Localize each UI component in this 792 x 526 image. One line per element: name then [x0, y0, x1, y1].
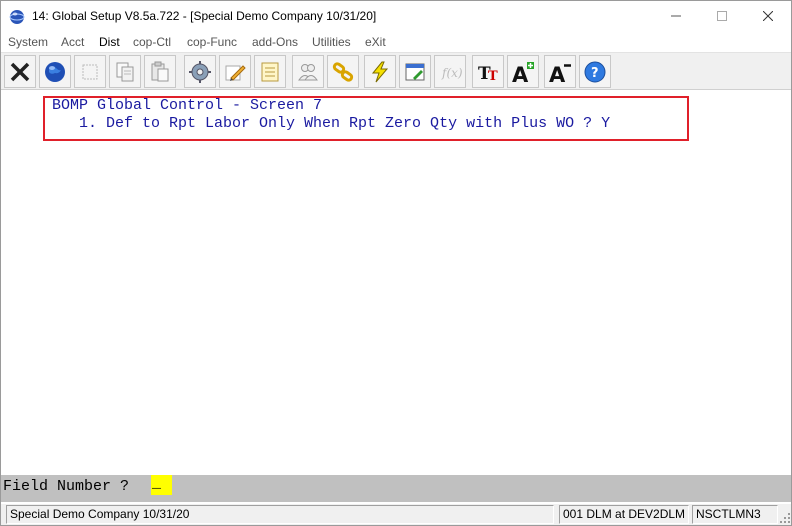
toolbar-blank-button[interactable]: [74, 55, 106, 88]
blank-icon: [78, 60, 102, 84]
toolbar-paste-button[interactable]: [144, 55, 176, 88]
menu-add-ons[interactable]: add-Ons: [252, 35, 298, 49]
font-increase-icon: A: [511, 60, 535, 84]
font-decrease-icon: A: [548, 60, 572, 84]
svg-text:T: T: [488, 69, 498, 84]
menu-cop-ctl[interactable]: cop-Ctl: [133, 35, 171, 49]
maximize-icon: [717, 10, 727, 24]
edit-pencil-icon: [223, 60, 247, 84]
globe-icon: [43, 60, 67, 84]
toolbar-font-button[interactable]: TT: [472, 55, 504, 88]
app-window: 14: Global Setup V8.5a.722 - [Special De…: [0, 0, 792, 526]
maximize-button[interactable]: [699, 1, 745, 32]
terminal-screen: BOMP Global Control - Screen 7 1. Def to…: [1, 90, 791, 475]
menu-acct[interactable]: Acct: [61, 35, 84, 49]
notes-icon: [258, 60, 282, 84]
toolbar-lightning-button[interactable]: [364, 55, 396, 88]
menu-system[interactable]: System: [8, 35, 48, 49]
lightning-icon: [368, 60, 392, 84]
toolbar-notes-button[interactable]: [254, 55, 286, 88]
toolbar-settings-button[interactable]: [184, 55, 216, 88]
status-bar: Special Demo Company 10/31/20 001 DLM at…: [1, 504, 791, 525]
toolbar-edit-button[interactable]: [219, 55, 251, 88]
minimize-icon: [671, 10, 681, 24]
toolbar-link-button[interactable]: [327, 55, 359, 88]
window-edit-icon: [403, 60, 427, 84]
link-chain-icon: [331, 60, 355, 84]
status-session: 001 DLM at DEV2DLM: [559, 505, 689, 524]
toolbar-window-edit-button[interactable]: [399, 55, 431, 88]
prompt-bar: Field Number ? _: [1, 475, 791, 502]
toolbar-font-decrease-button[interactable]: A: [544, 55, 576, 88]
toolbar-help-button[interactable]: ?: [579, 55, 611, 88]
field-number-input[interactable]: _: [151, 475, 172, 495]
copy-icon: [113, 60, 137, 84]
users-icon: [296, 60, 320, 84]
status-program: NSCTLMN3: [692, 505, 778, 524]
toolbar-copy-button[interactable]: [109, 55, 141, 88]
menu-cop-func[interactable]: cop-Func: [187, 35, 237, 49]
settings-gear-icon: [188, 60, 212, 84]
paste-icon: [148, 60, 172, 84]
menu-utilities[interactable]: Utilities: [312, 35, 351, 49]
svg-text:f(x): f(x): [441, 66, 462, 80]
toolbar-font-increase-button[interactable]: A: [507, 55, 539, 88]
svg-text:A: A: [512, 63, 529, 84]
minimize-button[interactable]: [653, 1, 699, 32]
toolbar-function-button[interactable]: f(x): [434, 55, 466, 88]
help-icon: ?: [583, 60, 607, 84]
menu-bar: System Acct Dist cop-Ctl cop-Func add-On…: [1, 32, 791, 52]
svg-text:A: A: [549, 63, 566, 84]
status-company: Special Demo Company 10/31/20: [6, 505, 554, 524]
window-title: 14: Global Setup V8.5a.722 - [Special De…: [32, 9, 377, 23]
title-bar: 14: Global Setup V8.5a.722 - [Special De…: [1, 1, 791, 32]
close-icon: [762, 10, 774, 24]
toolbar-users-button[interactable]: [292, 55, 324, 88]
menu-exit[interactable]: eXit: [365, 35, 386, 49]
close-x-icon: [8, 60, 32, 84]
app-globe-icon: [9, 9, 25, 25]
font-icon: TT: [476, 60, 500, 84]
function-icon: f(x): [438, 60, 462, 84]
close-window-button[interactable]: [745, 1, 791, 32]
screen-heading: BOMP Global Control - Screen 7: [52, 97, 323, 114]
toolbar: f(x) TT A A ?: [1, 52, 791, 90]
resize-grip-icon[interactable]: [779, 512, 791, 524]
menu-dist[interactable]: Dist: [99, 35, 120, 49]
field-line-1[interactable]: 1. Def to Rpt Labor Only When Rpt Zero Q…: [52, 115, 610, 132]
svg-text:?: ?: [591, 66, 599, 81]
field-number-prompt: Field Number ?: [3, 478, 139, 495]
toolbar-close-button[interactable]: [4, 55, 36, 88]
toolbar-globe-button[interactable]: [39, 55, 71, 88]
